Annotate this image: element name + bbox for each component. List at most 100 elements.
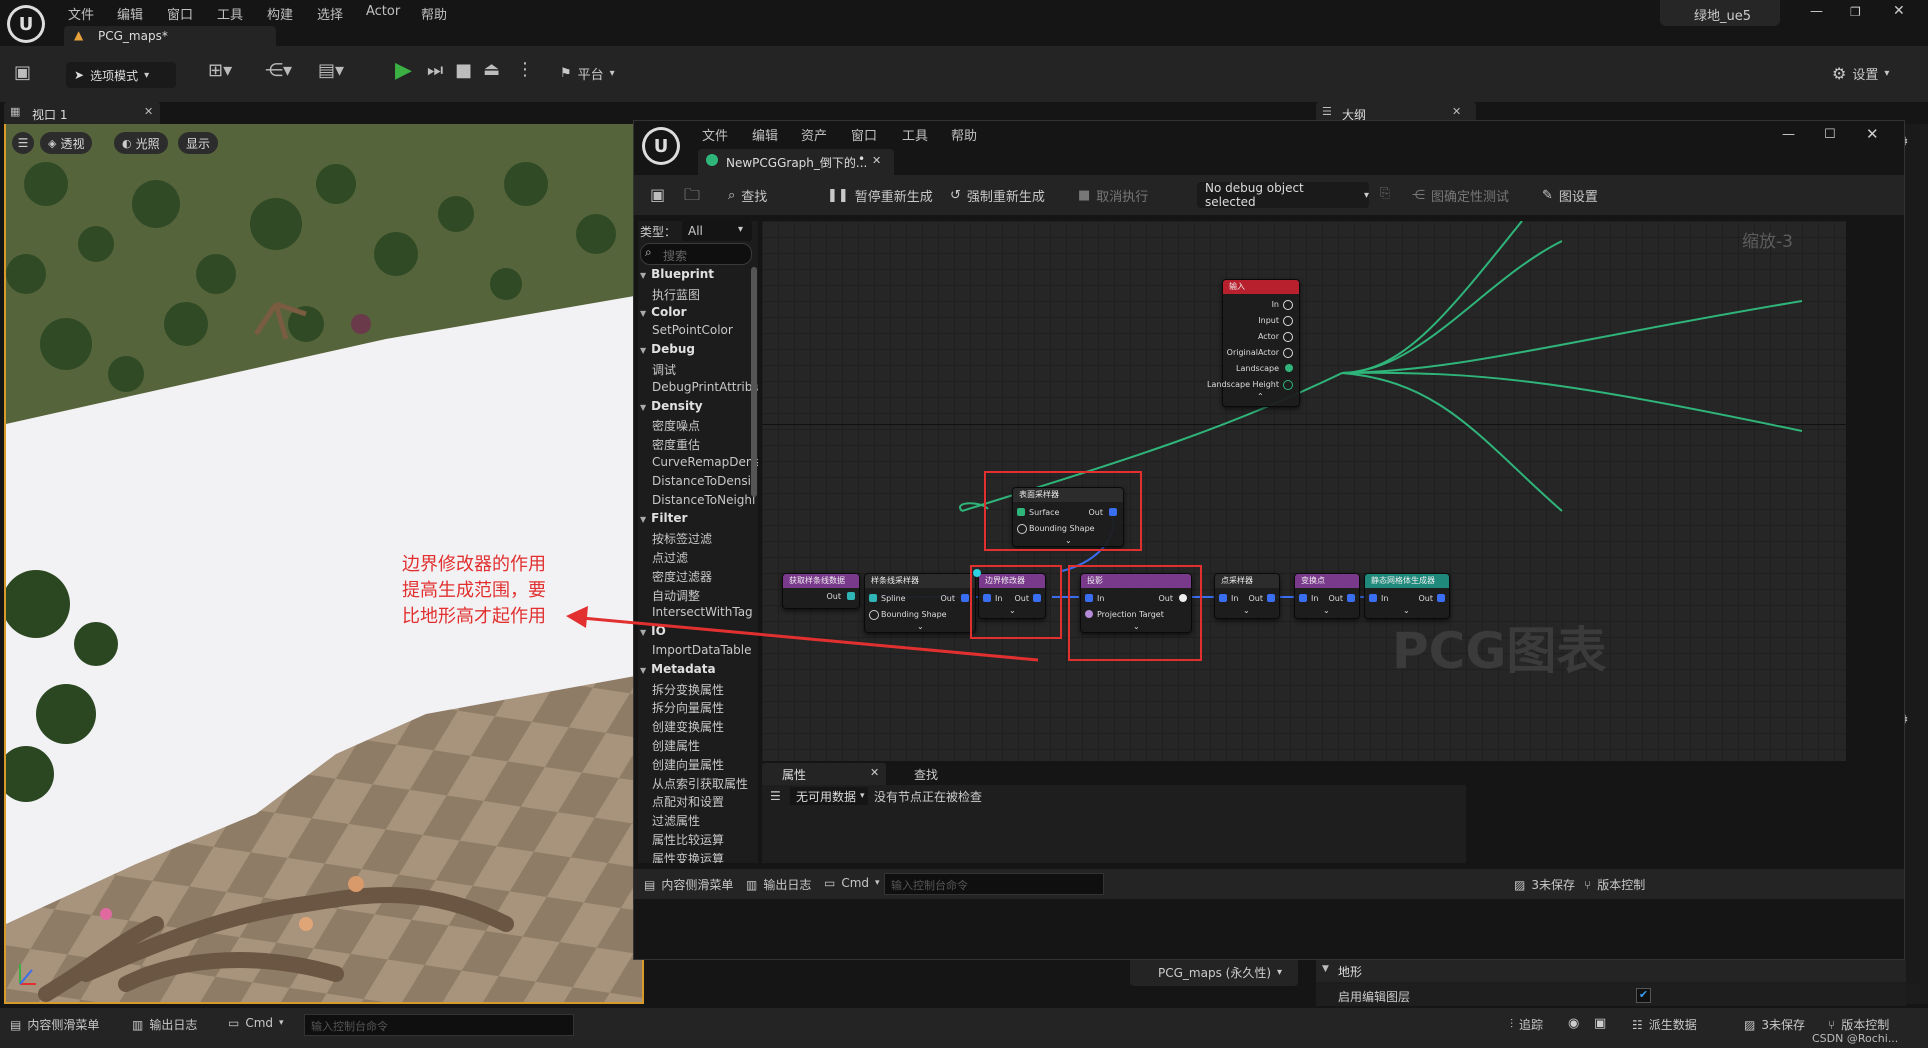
- expand-arrow-icon[interactable]: ⌄: [1243, 606, 1250, 615]
- palette-item[interactable]: 自动调整: [652, 587, 700, 604]
- pcg-menu-help[interactable]: 帮助: [951, 125, 977, 144]
- palette-item[interactable]: IntersectWithTag: [652, 605, 753, 619]
- settings-button[interactable]: ⚙ 设置 ▾: [1832, 64, 1889, 83]
- palette-category[interactable]: Metadata: [640, 662, 715, 676]
- pin-landscape-circle[interactable]: [1285, 364, 1293, 372]
- palette-category[interactable]: Debug: [640, 342, 695, 356]
- console-input[interactable]: 输入控制台命令: [304, 1014, 574, 1036]
- transform-out-pin[interactable]: [1347, 594, 1355, 602]
- pcg-content-drawer-button[interactable]: ▤ 内容侧滑菜单: [644, 876, 733, 893]
- palette-item[interactable]: 属性比较运算: [652, 831, 724, 848]
- derived-data-button[interactable]: ☷ 派生数据: [1632, 1016, 1697, 1033]
- level-tab[interactable]: ▲ PCG_maps*: [64, 26, 276, 48]
- palette-item[interactable]: 过滤属性: [652, 812, 700, 829]
- expand-arrow-icon[interactable]: ⌄: [1323, 606, 1330, 615]
- outliner-close-icon[interactable]: ✕: [1452, 105, 1461, 118]
- menu-file[interactable]: 文件: [68, 4, 94, 23]
- determinism-button[interactable]: ⋲ 图确定性测试: [1412, 186, 1509, 205]
- palette-item[interactable]: DistanceToDensi: [652, 474, 751, 488]
- palette-item[interactable]: 密度重估: [652, 436, 700, 453]
- menu-edit[interactable]: 编辑: [117, 4, 143, 23]
- add-actor-icon[interactable]: ⊞▾: [208, 60, 232, 81]
- minimize-icon[interactable]: —: [1810, 4, 1823, 19]
- unreal-logo[interactable]: U: [7, 5, 45, 43]
- content-drawer-button[interactable]: ▤ 内容侧滑菜单: [10, 1016, 99, 1033]
- eject-icon[interactable]: ⏏: [483, 59, 500, 80]
- pcg-minimize-icon[interactable]: —: [1782, 127, 1795, 142]
- input-node[interactable]: 输入 In Input Actor OriginalActor Landscap…: [1207, 279, 1300, 407]
- palette-search-input[interactable]: ⌕ 搜索: [640, 243, 752, 265]
- palette-item[interactable]: 创建变换属性: [652, 718, 724, 735]
- step-icon[interactable]: ⏭: [427, 60, 443, 81]
- expand-arrow-icon[interactable]: ⌄: [917, 622, 924, 631]
- perspective-button[interactable]: ◈ 透视: [40, 132, 93, 154]
- transform-points-node[interactable]: 变换点 In Out ⌄: [1294, 573, 1360, 619]
- spline-sampler-node[interactable]: 样条线采样器 Spline Out Bounding Shape ⌄: [864, 573, 976, 633]
- pin-input-circle[interactable]: [1283, 316, 1293, 326]
- cinematics-icon[interactable]: ▤▾: [318, 60, 344, 81]
- mode-selector[interactable]: ➤ 选项模式 ▾: [66, 62, 176, 88]
- pcg-tab-close-icon[interactable]: ✕: [872, 154, 881, 167]
- palette-item[interactable]: 点过滤: [652, 549, 688, 566]
- debug-browse-icon[interactable]: ⎘: [1380, 186, 1390, 201]
- output-log-button[interactable]: ▥ 输出日志: [132, 1016, 197, 1033]
- pcg-close-icon[interactable]: ✕: [1866, 125, 1879, 143]
- pin-landscape-height-circle[interactable]: [1283, 380, 1293, 390]
- pcg-logo[interactable]: U: [642, 127, 680, 165]
- show-button[interactable]: 显示: [178, 132, 219, 154]
- point-out-pin[interactable]: [1267, 594, 1275, 602]
- debug-object-dropdown[interactable]: No debug object selected ▾: [1197, 181, 1369, 209]
- menu-help[interactable]: 帮助: [421, 4, 447, 23]
- viewport-tab[interactable]: ▦ 视口 1 ✕: [4, 102, 160, 124]
- pcg-menu-file[interactable]: 文件: [702, 125, 728, 144]
- stop-icon[interactable]: ■: [455, 60, 472, 81]
- spawner-out-pin[interactable]: [1437, 594, 1445, 602]
- palette-item[interactable]: SetPointColor: [652, 323, 733, 337]
- level-viewport[interactable]: ☰ ◈ 透视 ◐ 光照 显示: [4, 124, 644, 1004]
- details-tab-find[interactable]: 查找: [890, 763, 990, 785]
- find-button[interactable]: ⌕ 查找: [728, 186, 767, 205]
- pcg-output-log-button[interactable]: ▥ 输出日志: [746, 876, 811, 893]
- palette-item[interactable]: 点配对和设置: [652, 793, 724, 810]
- mesh-spawner-node[interactable]: 静态网格体生成器 In Out ⌄: [1364, 573, 1450, 619]
- pcg-console-input[interactable]: 输入控制台命令: [884, 873, 1104, 895]
- palette-item[interactable]: 属性变换运算: [652, 850, 724, 863]
- palette-item[interactable]: DistanceToNeighl: [652, 493, 755, 507]
- menu-actor[interactable]: Actor: [366, 4, 400, 19]
- pcg-menu-asset[interactable]: 资产: [801, 125, 827, 144]
- pcg-cmd-button[interactable]: ▭ Cmd ▾: [824, 876, 880, 890]
- transform-in-pin[interactable]: [1299, 594, 1307, 602]
- filter-icon[interactable]: ☰: [770, 789, 781, 803]
- pcg-menu-tools[interactable]: 工具: [902, 125, 928, 144]
- spline-out-pin[interactable]: [961, 594, 969, 602]
- palette-item[interactable]: CurveRemapDens: [652, 455, 758, 469]
- vc-button[interactable]: ⑂ 版本控制: [1828, 1016, 1889, 1033]
- cancel-exec-button[interactable]: ■ 取消执行: [1078, 186, 1148, 205]
- pin-actor-circle[interactable]: [1283, 332, 1293, 342]
- pcg-graph-tab[interactable]: NewPCGGraph_倒下的... • ✕: [698, 149, 894, 175]
- trace-button[interactable]: ⫶ 追踪: [1510, 1016, 1543, 1033]
- pause-regen-button[interactable]: ❚❚ 暂停重新生成: [827, 186, 933, 205]
- unsaved-button[interactable]: ▨ 3未保存: [1744, 1016, 1805, 1033]
- palette-item[interactable]: 执行蓝图: [652, 286, 700, 303]
- palette-scrollbar[interactable]: [751, 267, 757, 497]
- world-dropdown[interactable]: PCG_maps (永久性) ▾: [1130, 958, 1298, 986]
- pcg-save-icon[interactable]: ▣: [650, 185, 665, 204]
- palette-category[interactable]: IO: [640, 624, 666, 638]
- palette-category[interactable]: Density: [640, 399, 702, 413]
- graph-canvas[interactable]: 缩放-3 PCG图表 输入 In Input Actor OriginalAct…: [762, 221, 1846, 761]
- palette-item[interactable]: 按标签过滤: [652, 530, 712, 547]
- menu-select[interactable]: 选择: [317, 4, 343, 23]
- graph-settings-button[interactable]: ✎ 图设置: [1542, 186, 1598, 205]
- palette-category[interactable]: Blueprint: [640, 267, 714, 281]
- pin-in-circle[interactable]: [1283, 300, 1293, 310]
- force-regen-button[interactable]: ↺ 强制重新生成: [950, 186, 1045, 205]
- type-filter-dropdown[interactable]: All ▾: [682, 221, 752, 241]
- pin-original-actor-circle[interactable]: [1283, 348, 1293, 358]
- pcg-unsaved-button[interactable]: ▨ 3未保存: [1514, 876, 1575, 893]
- palette-item[interactable]: 密度过滤器: [652, 568, 712, 585]
- more-icon[interactable]: ⋮: [516, 59, 534, 80]
- pcg-vc-button[interactable]: ⑂ 版本控制: [1584, 876, 1645, 893]
- close-icon[interactable]: ✕: [1893, 3, 1905, 19]
- palette-item[interactable]: 创建属性: [652, 737, 700, 754]
